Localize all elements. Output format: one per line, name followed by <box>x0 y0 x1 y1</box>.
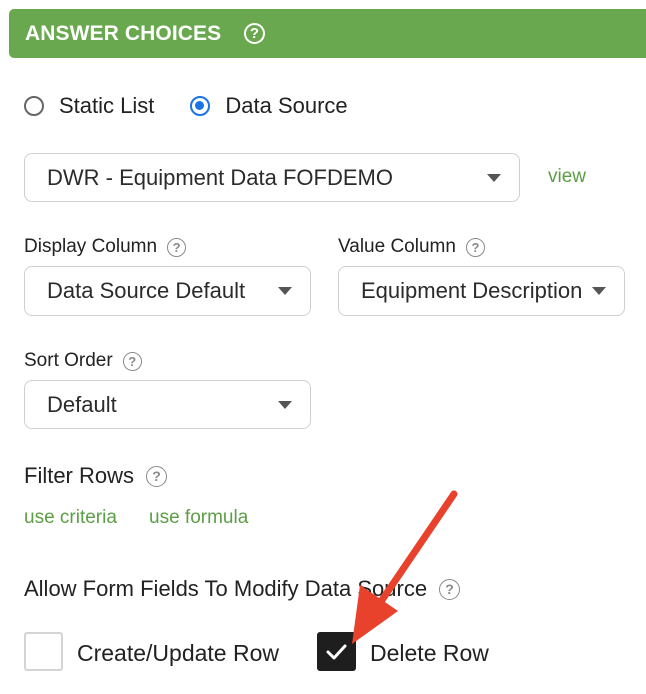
red-arrow-annotation-icon <box>352 490 458 644</box>
